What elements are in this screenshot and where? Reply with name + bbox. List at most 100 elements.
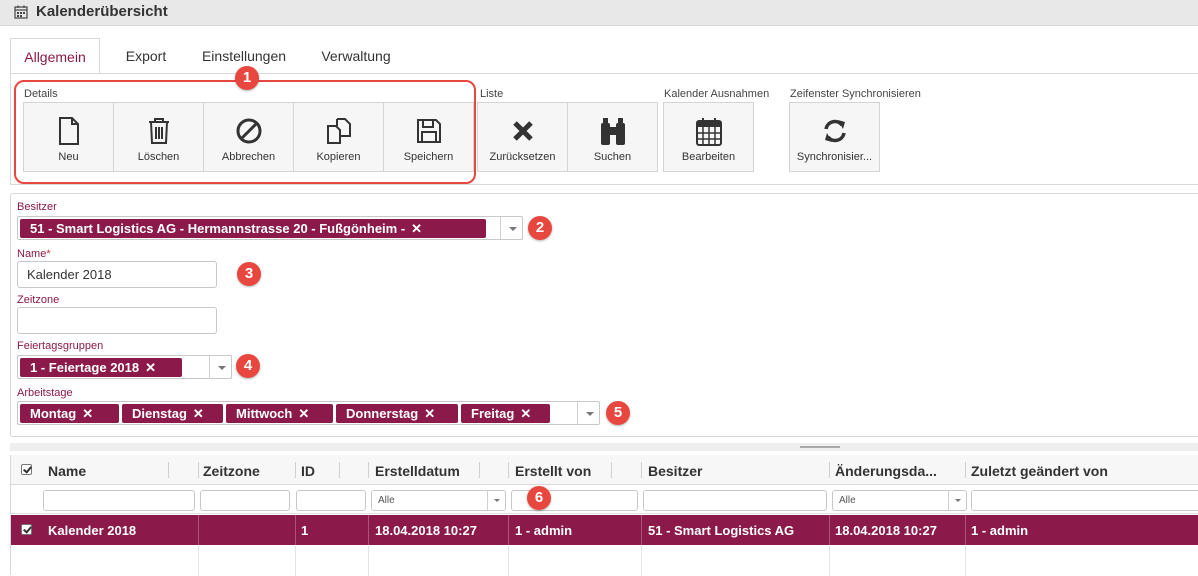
synchronisieren-label: Synchronisier... (796, 151, 873, 163)
arbeitstag-tag: Montag ✕ (20, 404, 119, 423)
column-divider (611, 462, 612, 478)
column-divider (339, 462, 340, 478)
group-label-kalender-ausnahmen: Kalender Ausnahmen (664, 88, 770, 100)
cell-aenderungsdatum: 18.04.2018 10:27 (835, 523, 937, 538)
suchen-label: Suchen (593, 151, 632, 163)
filter-besitzer-input[interactable] (643, 490, 827, 511)
column-divider (198, 515, 199, 545)
zuruecksetzen-button[interactable]: Zurücksetzen (477, 102, 568, 172)
chevron-down-icon[interactable] (948, 491, 966, 510)
filter-erstelldatum-value: Alle (378, 495, 395, 506)
filter-aenderungsdatum-value: Alle (839, 495, 856, 506)
column-divider (829, 546, 830, 576)
column-divider (965, 462, 966, 478)
callout-badge-2: 2 (528, 216, 552, 240)
callout-badge-6: 6 (527, 486, 551, 510)
feiertagsgruppen-label: Feiertagsgruppen (17, 340, 104, 352)
column-divider (641, 546, 642, 576)
column-header-besitzer[interactable]: Besitzer (648, 463, 702, 479)
callout-badge-4: 4 (236, 354, 260, 378)
cell-erstelldatum: 18.04.2018 10:27 (375, 523, 477, 538)
select-all-checkbox[interactable] (21, 464, 32, 475)
arbeitstag-tag: Donnerstag ✕ (336, 404, 458, 423)
remove-tag-icon[interactable]: ✕ (411, 221, 422, 236)
remove-tag-icon[interactable]: ✕ (298, 406, 309, 421)
arbeitstag-tag: Mittwoch ✕ (226, 404, 333, 423)
name-label: Name* (17, 248, 51, 260)
cell-erstellt-von: 1 - admin (515, 523, 573, 538)
column-header-zuletzt-geaendert-von[interactable]: Zuletzt geändert von (971, 463, 1108, 479)
tab-verwaltung[interactable]: Verwaltung (308, 38, 404, 74)
arbeitstage-label: Arbeitstage (17, 387, 73, 399)
filter-zeitzone-input[interactable] (200, 490, 290, 511)
column-header-name[interactable]: Name (48, 463, 86, 479)
cell-besitzer: 51 - Smart Logistics AG (648, 523, 795, 538)
column-divider (198, 462, 199, 478)
column-header-erstelldatum[interactable]: Erstelldatum (375, 463, 460, 479)
feiertagsgruppen-tag-label: 1 - Feiertage 2018 (30, 360, 140, 375)
panel-splitter[interactable] (10, 443, 1198, 451)
callout-badge-1: 1 (235, 66, 259, 90)
callout-frame-details (14, 80, 476, 184)
column-divider (168, 462, 169, 478)
name-input[interactable]: Kalender 2018 (17, 261, 217, 288)
column-divider (295, 515, 296, 545)
group-label-synchronisieren: Zeifenster Synchronisieren (790, 88, 921, 100)
column-divider (508, 462, 509, 478)
column-header-erstellt-von[interactable]: Erstellt von (515, 463, 591, 479)
calendar-grid-icon (695, 118, 722, 146)
column-header-zeitzone[interactable]: Zeitzone (203, 463, 260, 479)
column-divider (295, 546, 296, 576)
filter-aenderungsdatum-select[interactable]: Alle (832, 490, 967, 511)
column-divider (965, 515, 966, 545)
column-divider (965, 546, 966, 576)
grid-header: Name Zeitzone ID Erstelldatum Erstellt v… (11, 455, 1198, 485)
besitzer-tag-label: 51 - Smart Logistics AG - Hermannstrasse… (30, 221, 406, 236)
table-row[interactable]: Kalender 2018 1 18.04.2018 10:27 1 - adm… (11, 515, 1198, 545)
binoculars-icon (600, 118, 625, 145)
cell-zuletzt-geaendert-von: 1 - admin (971, 523, 1029, 538)
filter-erstelldatum-select[interactable]: Alle (371, 490, 506, 511)
besitzer-tag: 51 - Smart Logistics AG - Hermannstrasse… (20, 219, 486, 238)
feiertagsgruppen-select[interactable]: 1 - Feiertage 2018 ✕ (17, 355, 232, 379)
column-divider (368, 462, 369, 478)
column-divider (295, 462, 296, 478)
row-checkbox[interactable] (21, 524, 32, 535)
feiertagsgruppen-tag: 1 - Feiertage 2018 ✕ (20, 358, 182, 377)
column-divider (829, 515, 830, 545)
filter-id-input[interactable] (296, 490, 366, 511)
remove-tag-icon[interactable]: ✕ (520, 406, 531, 421)
cell-id: 1 (301, 523, 309, 538)
arbeitstag-tag: Freitag ✕ (461, 404, 550, 423)
remove-tag-icon[interactable]: ✕ (193, 406, 204, 421)
column-header-aenderungsdatum[interactable]: Änderungsda... (835, 463, 943, 479)
window-title: Kalenderübersicht (36, 3, 168, 20)
zuruecksetzen-label: Zurücksetzen (489, 151, 556, 163)
column-divider (198, 546, 199, 576)
bearbeiten-button[interactable]: Bearbeiten (663, 102, 754, 172)
chevron-down-icon[interactable] (577, 402, 599, 424)
chevron-down-icon[interactable] (487, 491, 505, 510)
column-header-id[interactable]: ID (301, 463, 315, 479)
tab-allgemein[interactable]: Allgemein (10, 38, 100, 74)
chevron-down-icon[interactable] (500, 217, 522, 239)
filter-name-input[interactable] (43, 490, 195, 511)
zeitzone-input[interactable] (17, 307, 217, 334)
column-divider (479, 462, 480, 478)
arbeitstage-select[interactable]: Montag ✕ Dienstag ✕ Mittwoch ✕ Donnerstag ✕ … (17, 401, 600, 425)
column-divider (641, 462, 642, 478)
tab-export[interactable]: Export (111, 38, 181, 74)
group-label-liste: Liste (480, 88, 504, 100)
chevron-down-icon[interactable] (209, 356, 231, 378)
synchronisieren-button[interactable]: Synchronisier... (789, 102, 880, 172)
splitter-grip[interactable] (800, 446, 840, 448)
remove-tag-icon[interactable]: ✕ (145, 360, 156, 375)
grid-filter-row: Alle Alle (11, 486, 1198, 514)
remove-tag-icon[interactable]: ✕ (424, 406, 435, 421)
column-divider (641, 515, 642, 545)
filter-zuletzt-geaendert-input[interactable] (971, 490, 1198, 511)
remove-tag-icon[interactable]: ✕ (82, 406, 93, 421)
suchen-button[interactable]: Suchen (567, 102, 658, 172)
callout-badge-3: 3 (237, 262, 261, 286)
besitzer-select[interactable]: 51 - Smart Logistics AG - Hermannstrasse… (17, 216, 523, 240)
